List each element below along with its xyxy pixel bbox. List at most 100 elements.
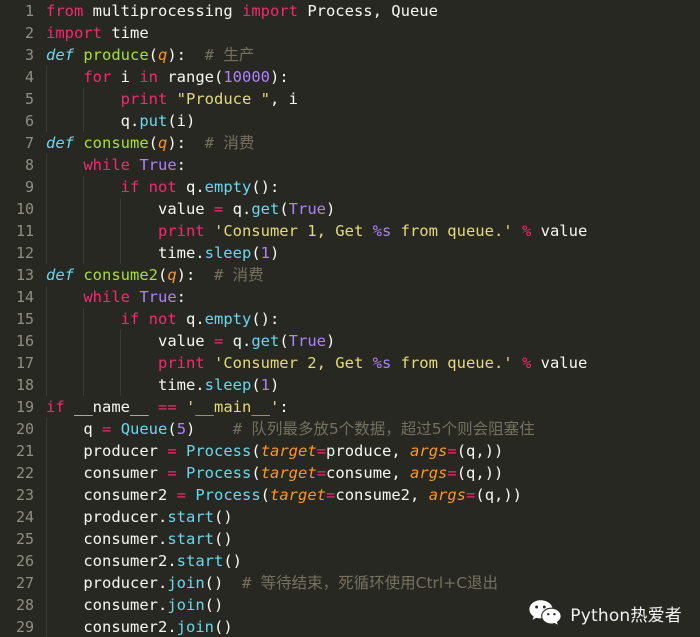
line-number: 22 (15, 464, 34, 482)
code-token: time. (46, 244, 205, 262)
code-token: target (270, 486, 327, 504)
code-token: : (279, 398, 289, 416)
code-token: 1 (260, 244, 270, 262)
code-line[interactable]: 22 consumer = Process(target=consume, ar… (0, 462, 700, 484)
code-token: Process (195, 486, 261, 504)
code-line-text: while True: (46, 286, 186, 308)
code-line[interactable]: 11 print 'Consumer 1, Get %s from queue.… (0, 220, 700, 242)
code-line-text: value = q.get(True) (46, 330, 335, 352)
code-line[interactable]: 26 consumer2.start() (0, 550, 700, 572)
code-token: q (158, 134, 168, 152)
code-line-text: producer = Process(target=produce, args=… (46, 440, 503, 462)
code-token: producer. (46, 508, 168, 526)
code-line-list[interactable]: 1 from multiprocessing import Process, Qu… (0, 0, 700, 637)
code-line[interactable]: 7 def consume(q): # 消费 (0, 132, 700, 154)
code-line-text: consumer = Process(target=consume, args=… (46, 462, 503, 484)
code-line-text: consumer2.start() (46, 550, 242, 572)
code-token: def (46, 134, 84, 152)
code-line[interactable]: 10 value = q.get(True) (0, 198, 700, 220)
code-line[interactable]: 21 producer = Process(target=produce, ar… (0, 440, 700, 462)
code-line[interactable]: 8 while True: (0, 154, 700, 176)
code-token: if (120, 178, 149, 196)
code-line[interactable]: 17 print 'Consumer 2, Get %s from queue.… (0, 352, 700, 374)
code-line[interactable]: 9 if not q.empty(): (0, 176, 700, 198)
code-token: ) (270, 244, 280, 262)
code-token: args (428, 486, 467, 504)
code-line[interactable]: 24 producer.start() (0, 506, 700, 528)
code-token: q. (185, 310, 205, 328)
code-line-text: from multiprocessing import Process, Que… (46, 0, 438, 22)
code-token: import (241, 2, 308, 20)
code-token: from queue.' (391, 354, 513, 372)
code-line[interactable]: 13 def consume2(q): # 消费 (0, 264, 700, 286)
code-line[interactable]: 16 value = q.get(True) (0, 330, 700, 352)
code-token: not (148, 310, 186, 328)
code-token: if (46, 398, 74, 416)
code-token: = (213, 200, 224, 218)
code-token: 1 (260, 376, 270, 394)
code-editor-surface[interactable]: 1 from multiprocessing import Process, Qu… (0, 0, 700, 637)
code-token: value (46, 332, 214, 350)
code-line[interactable]: 12 time.sleep(1) (0, 242, 700, 264)
code-token: multiprocessing (92, 2, 242, 20)
code-line[interactable]: 5 print "Produce ", i (0, 88, 700, 110)
code-line-text: for i in range(10000): (46, 66, 288, 88)
code-token: start (176, 552, 224, 570)
code-line[interactable]: 15 if not q.empty(): (0, 308, 700, 330)
code-line-text: print 'Consumer 1, Get %s from queue.' %… (46, 220, 587, 242)
line-number: 14 (15, 288, 34, 306)
code-line[interactable]: 1 from multiprocessing import Process, Qu… (0, 0, 700, 22)
code-token: consumer. (46, 596, 168, 614)
code-token: consumer (46, 464, 168, 482)
code-token: ) (326, 200, 336, 218)
code-token: def (46, 46, 84, 64)
code-token: in (139, 68, 168, 86)
code-token: ( (157, 266, 168, 284)
code-token: while (83, 288, 140, 306)
code-line[interactable]: 25 consumer.start() (0, 528, 700, 550)
code-token: q. (223, 200, 252, 218)
code-token: __name__ (74, 398, 158, 416)
code-line[interactable]: 4 for i in range(10000): (0, 66, 700, 88)
code-line[interactable]: 2 import time (0, 22, 700, 44)
code-token: True (288, 332, 326, 350)
code-token: 等待结束，死循环使用Ctrl+C退出 (260, 574, 499, 592)
code-token: time. (46, 376, 205, 394)
code-token: % (521, 222, 532, 240)
code-token: Process (186, 464, 252, 482)
code-line[interactable]: 6 q.put(i) (0, 110, 700, 132)
code-token: range (167, 68, 214, 86)
code-line[interactable]: 23 consumer2 = Process(target=consume2, … (0, 484, 700, 506)
code-token: ( (279, 332, 289, 350)
code-line-text: producer.join() # 等待结束，死循环使用Ctrl+C退出 (46, 572, 498, 594)
code-token: sleep (204, 376, 252, 394)
code-token: from (46, 2, 93, 20)
code-line[interactable]: 20 q = Queue(5) # 队列最多放5个数据，超过5个则会阻塞住 (0, 418, 700, 440)
code-line[interactable]: 27 producer.join() # 等待结束，死循环使用Ctrl+C退出 (0, 572, 700, 594)
code-token: ): (176, 266, 196, 284)
code-token: ( (251, 244, 261, 262)
code-line[interactable]: 3 def produce(q): # 生产 (0, 44, 700, 66)
code-token: consumer2 (46, 486, 177, 504)
code-line-text: value = q.get(True) (46, 198, 335, 220)
code-line[interactable]: 18 time.sleep(1) (0, 374, 700, 396)
code-token: value (46, 200, 214, 218)
line-number: 17 (15, 354, 34, 372)
code-line-text: if __name__ == '__main__': (46, 396, 289, 418)
code-line[interactable]: 14 while True: (0, 286, 700, 308)
code-token: q (167, 266, 177, 284)
code-line[interactable]: 19 if __name__ == '__main__': (0, 396, 700, 418)
code-token: 消费 (232, 266, 264, 284)
code-line-text: q.put(i) (46, 110, 196, 132)
code-token: empty (204, 178, 252, 196)
code-token: not (148, 178, 186, 196)
code-line-text: consumer2 = Process(target=consume2, arg… (46, 484, 522, 506)
